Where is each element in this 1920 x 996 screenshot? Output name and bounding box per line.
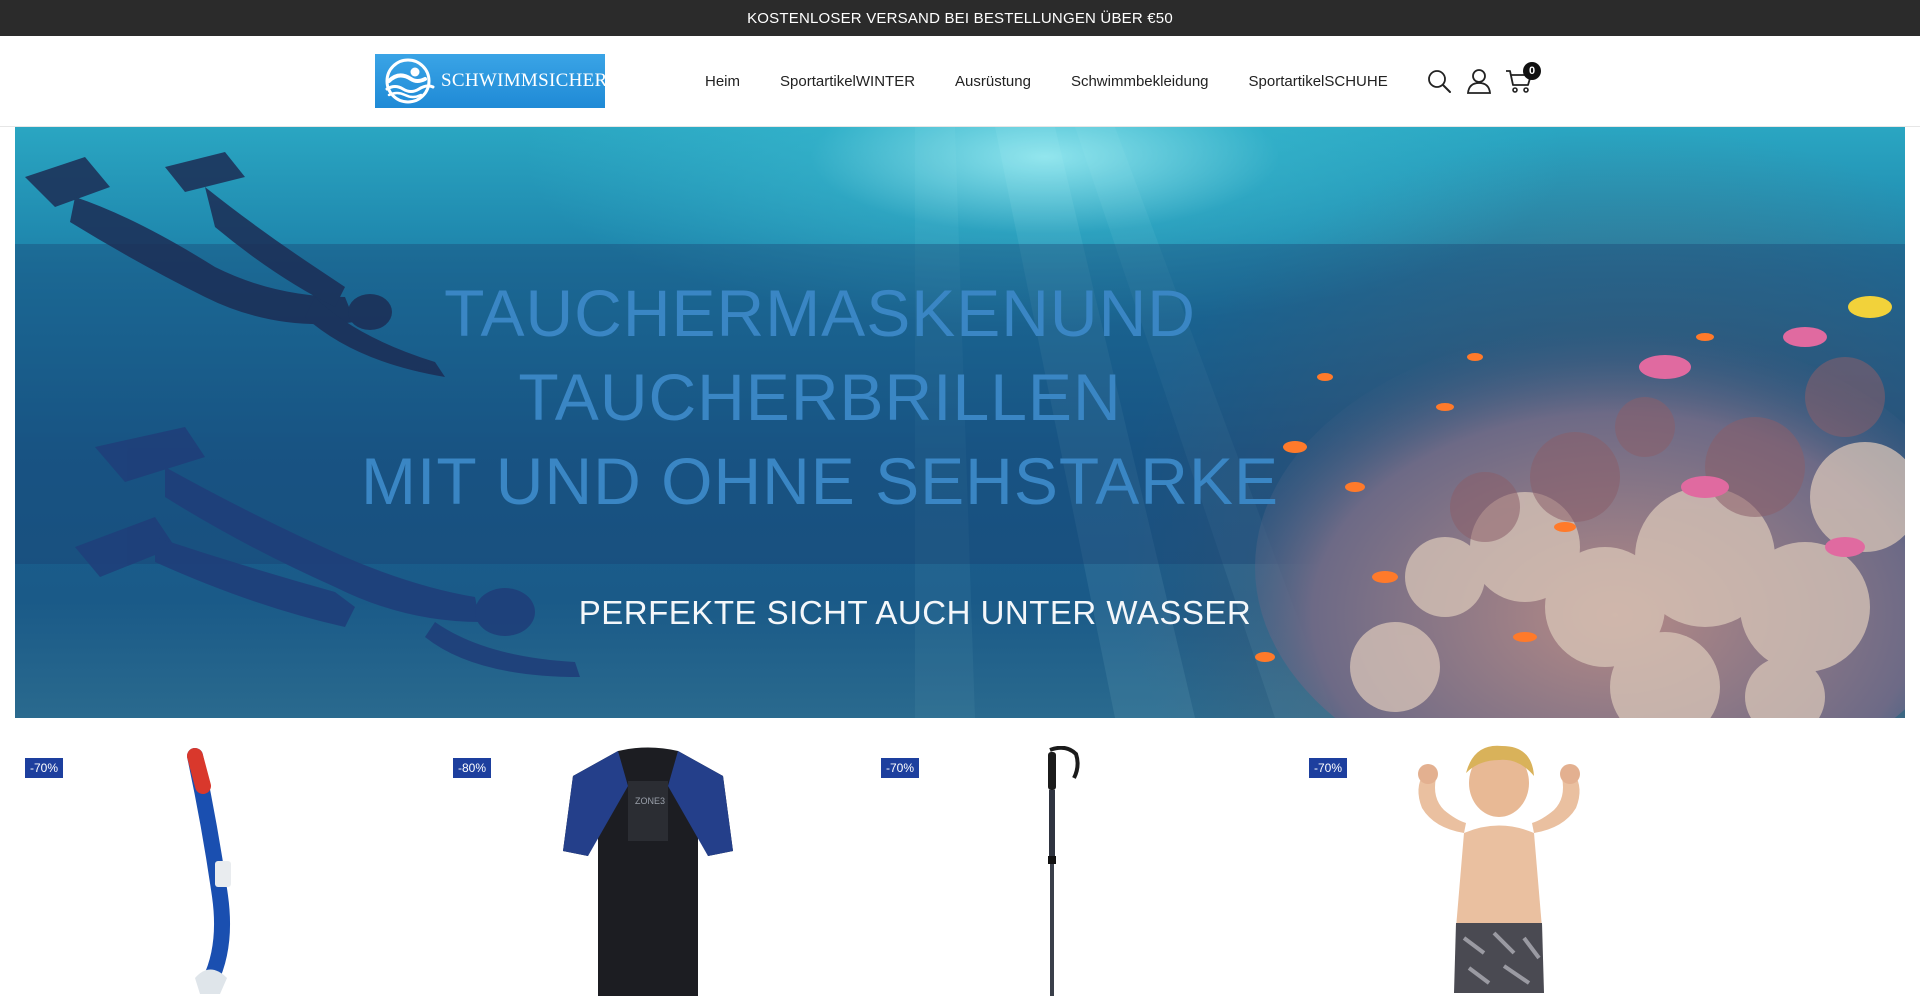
swimmer-logo-icon — [385, 58, 435, 104]
cart-button[interactable]: 0 — [1505, 62, 1541, 95]
product-card[interactable]: -70% — [15, 718, 430, 994]
nav-item-ausruestung[interactable]: Ausrüstung — [955, 73, 1031, 90]
wetsuit-image: ZONE3 — [563, 747, 733, 996]
svg-text:ZONE3: ZONE3 — [635, 796, 665, 806]
product-card[interactable]: -80% ZONE3 — [443, 718, 858, 996]
trekking-pole-image — [1048, 746, 1080, 996]
product-card[interactable]: -70% — [1299, 718, 1714, 993]
hero-subtitle: PERFEKTE SICHT AUCH UNTER WASSER — [578, 594, 1252, 631]
search-icon — [1428, 70, 1451, 93]
hero-title-line-3: MIT UND OHNE SEHSTARKE — [361, 444, 1279, 518]
logo-text: SCHWIMMSICHER — [441, 70, 608, 91]
nav-item-heim[interactable]: Heim — [705, 73, 740, 90]
kids-swimwear-image — [1418, 745, 1580, 993]
product-card[interactable]: -70% — [871, 718, 1286, 996]
nav-item-sportartikel-schuhe[interactable]: SportartikelSCHUHE — [1249, 73, 1388, 90]
account-button[interactable] — [1465, 67, 1493, 95]
diver-image — [25, 152, 445, 377]
search-button[interactable] — [1425, 67, 1453, 95]
discount-badge: -70% — [1309, 758, 1348, 778]
discount-badge: -70% — [881, 758, 920, 778]
hero-title-line-1: TAUCHERMASKENUND — [444, 276, 1196, 350]
nav-item-schwimmbekleidung[interactable]: Schwimmbekleidung — [1071, 73, 1209, 90]
logo[interactable]: SCHWIMMSICHER — [375, 54, 608, 108]
account-icon — [1467, 69, 1491, 94]
announcement-bar: KOSTENLOSER VERSAND BEI BESTELLUNGEN ÜBE… — [0, 0, 1920, 36]
site-header: SCHWIMMSICHER Heim SportartikelWINTER Au… — [0, 36, 1920, 127]
discount-badge: -80% — [453, 758, 492, 778]
product-grid: -70% -80% ZONE3 -70% -70% — [0, 718, 1920, 996]
hero-banner[interactable]: TAUCHERMASKENUND TAUCHERBRILLEN MIT UND … — [15, 127, 1905, 718]
announcement-text: KOSTENLOSER VERSAND BEI BESTELLUNGEN ÜBE… — [747, 9, 1173, 27]
cart-count-badge: 0 — [1523, 62, 1541, 80]
main-nav: Heim SportartikelWINTER Ausrüstung Schwi… — [705, 36, 1388, 126]
hero-title-line-2: TAUCHERBRILLEN — [518, 360, 1122, 434]
nav-item-sportartikel-winter[interactable]: SportartikelWINTER — [780, 73, 915, 90]
header-icons: 0 — [1425, 36, 1545, 126]
discount-badge: -70% — [25, 758, 64, 778]
snorkel-image — [187, 748, 231, 994]
